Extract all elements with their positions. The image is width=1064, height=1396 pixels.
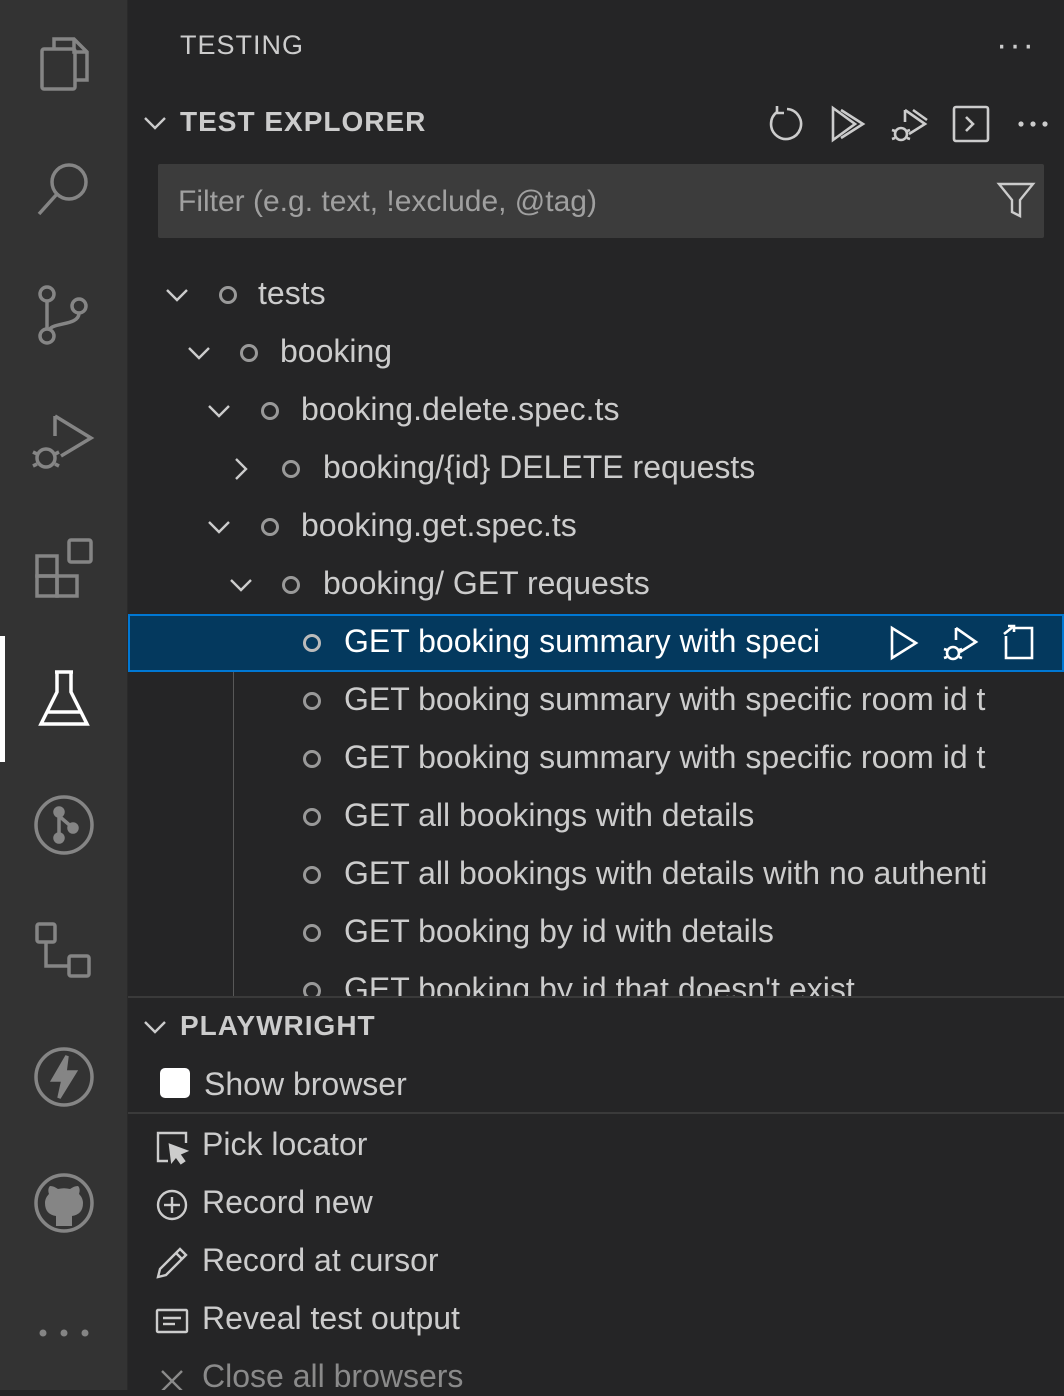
testing-sidebar: TESTING ··· TEST EXPLORER Filter (e.g. t…	[128, 0, 1064, 1390]
sidebar-more-icon[interactable]: ···	[996, 26, 1036, 65]
tree-item[interactable]: GET booking summary with specific room i…	[128, 672, 1064, 730]
filter-input[interactable]	[158, 164, 1000, 240]
show-output-icon[interactable]	[940, 99, 1002, 149]
playwright-header[interactable]: PLAYWRIGHT	[128, 998, 1064, 1058]
test-explorer-toolbar	[754, 94, 1064, 154]
tree-item-label: GET booking summary with specific room i…	[344, 681, 986, 717]
sidebar-title: TESTING	[180, 30, 305, 60]
tree-item[interactable]: booking.get.spec.ts	[128, 498, 1064, 556]
tree-item[interactable]: GET booking by id with details	[128, 904, 1064, 962]
chevron-down-icon	[208, 405, 230, 418]
test-explorer-title: TEST EXPLORER	[180, 106, 427, 137]
close-all-browsers-label: Close all browsers	[202, 1358, 464, 1390]
tree-item-label: booking/{id} DELETE requests	[323, 449, 756, 485]
status-circle-icon	[219, 286, 237, 304]
tree-item-label: GET all bookings with details with no au…	[344, 855, 988, 891]
tree-item[interactable]: booking.delete.spec.ts	[128, 382, 1064, 440]
tree-item[interactable]: booking/{id} DELETE requests	[128, 440, 1064, 498]
status-circle-icon	[261, 518, 279, 536]
tree-item-label: GET booking summary with specific room i…	[344, 739, 986, 775]
chevron-down-icon	[230, 579, 252, 592]
record-new-label: Record new	[202, 1184, 373, 1220]
git-graph-icon[interactable]	[0, 762, 127, 888]
test-tree: tests booking booking.delete.spec.ts boo…	[128, 266, 1064, 996]
status-circle-icon	[303, 866, 321, 884]
tree-item-label: GET all bookings with details	[344, 797, 755, 833]
run-debug-icon[interactable]	[0, 378, 127, 504]
chevron-down-icon	[208, 521, 230, 534]
show-browser-checkbox[interactable]	[160, 1068, 190, 1098]
pick-locator-icon	[156, 1131, 190, 1165]
filter-icon[interactable]	[996, 180, 1036, 220]
chevron-down-icon	[188, 347, 210, 360]
more-icon[interactable]	[0, 1270, 127, 1396]
reveal-test-output-button[interactable]: Reveal test output	[128, 1291, 1064, 1349]
chevron-down-icon	[144, 117, 166, 130]
activity-bar	[0, 0, 128, 1390]
debug-test-icon[interactable]	[932, 620, 990, 666]
go-to-test-icon[interactable]	[990, 620, 1048, 666]
status-circle-icon	[303, 982, 321, 996]
tree-item[interactable]: booking/ GET requests	[128, 556, 1064, 614]
status-circle-icon	[282, 460, 300, 478]
close-icon	[161, 1370, 183, 1390]
test-explorer-header[interactable]: TEST EXPLORER	[128, 94, 1064, 154]
status-circle-icon	[303, 808, 321, 826]
tree-item[interactable]: booking	[128, 324, 1064, 382]
show-browser-label: Show browser	[204, 1066, 407, 1102]
reveal-test-output-label: Reveal test output	[202, 1300, 460, 1336]
tree-item-label: booking.get.spec.ts	[301, 507, 577, 543]
run-test-icon[interactable]	[874, 620, 932, 666]
search-icon[interactable]	[0, 126, 127, 252]
status-circle-icon	[303, 634, 321, 652]
filter-box	[158, 164, 1044, 240]
tree-item-label: tests	[258, 275, 326, 311]
pick-locator-button[interactable]: Pick locator	[128, 1117, 1064, 1175]
extensions-icon[interactable]	[0, 504, 127, 630]
tree-item-label: booking.delete.spec.ts	[301, 391, 620, 427]
remote-explorer-icon[interactable]	[0, 888, 127, 1014]
tree-item[interactable]: GET all bookings with details	[128, 788, 1064, 846]
close-all-browsers-button[interactable]: Close all browsers	[128, 1349, 1064, 1390]
tree-item-label: booking	[280, 333, 393, 369]
run-all-icon[interactable]	[816, 99, 878, 149]
tree-item[interactable]: GET booking by id that doesn't exist	[128, 962, 1064, 996]
tree-item-label: GET booking by id that doesn't exist	[344, 971, 855, 996]
section-divider	[128, 1112, 1064, 1114]
source-control-icon[interactable]	[0, 252, 127, 378]
testing-icon[interactable]	[0, 636, 127, 762]
status-circle-icon	[240, 344, 258, 362]
reveal-output-icon	[155, 1308, 189, 1334]
tree-item[interactable]: GET all bookings with details with no au…	[128, 846, 1064, 904]
github-icon[interactable]	[0, 1140, 127, 1266]
active-indicator	[0, 636, 5, 762]
explorer-icon[interactable]	[0, 0, 127, 126]
status-circle-icon	[261, 402, 279, 420]
status-circle-icon	[303, 750, 321, 768]
record-new-button[interactable]: Record new	[128, 1175, 1064, 1233]
chevron-down-icon	[144, 1021, 166, 1034]
status-circle-icon	[303, 924, 321, 942]
record-new-icon	[156, 1189, 188, 1221]
tree-item[interactable]: tests	[128, 266, 1064, 324]
tree-item-actions	[874, 620, 1048, 666]
status-circle-icon	[282, 576, 300, 594]
playwright-title: PLAYWRIGHT	[180, 1010, 376, 1041]
more-icon[interactable]	[1002, 99, 1064, 149]
record-at-cursor-button[interactable]: Record at cursor	[128, 1233, 1064, 1291]
record-at-cursor-label: Record at cursor	[202, 1242, 439, 1278]
chevron-down-icon	[166, 289, 188, 302]
tree-item-label: GET booking by id with details	[344, 913, 774, 949]
thunder-client-icon[interactable]	[0, 1014, 127, 1140]
refresh-icon[interactable]	[754, 99, 816, 149]
tree-item-label: booking/ GET requests	[323, 565, 650, 601]
tree-item-selected[interactable]: GET booking summary with speci	[128, 614, 1064, 672]
status-circle-icon	[303, 692, 321, 710]
tree-item-label: GET booking summary with speci	[344, 623, 821, 659]
tree-item[interactable]: GET booking summary with specific room i…	[128, 730, 1064, 788]
chevron-right-icon	[235, 458, 248, 480]
record-at-cursor-icon	[156, 1247, 188, 1279]
pick-locator-label: Pick locator	[202, 1126, 368, 1162]
debug-all-icon[interactable]	[878, 99, 940, 149]
